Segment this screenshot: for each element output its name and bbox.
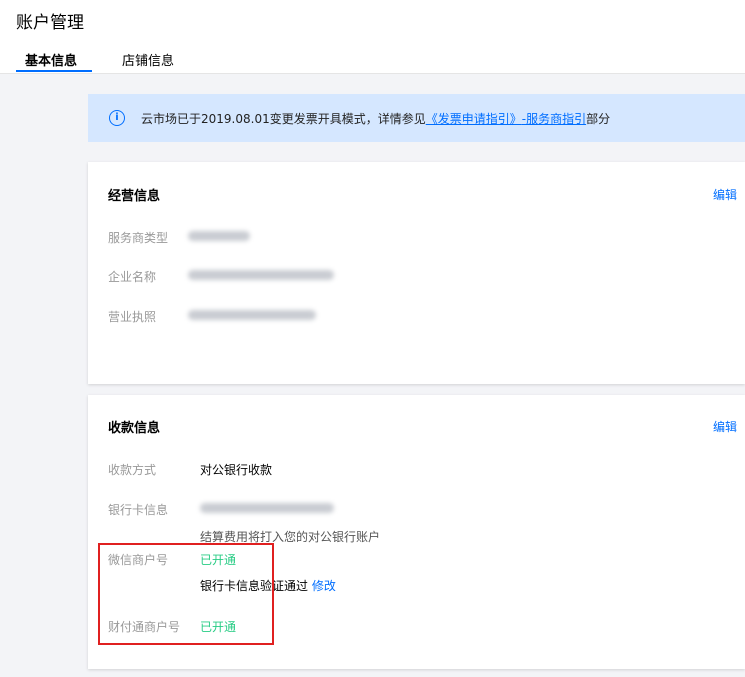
business-info-card: 经营信息 编辑 服务商类型 企业名称 营业执照 [88, 162, 745, 384]
bank-card-value-redacted [200, 503, 334, 513]
provider-type-label: 服务商类型 [108, 231, 169, 245]
notice-prefix: 云市场已于2019.08.01变更发票开具模式，详情参见 [141, 112, 426, 126]
page-header: 账户管理 基本信息 店铺信息 [0, 0, 745, 74]
notice-text: 云市场已于2019.08.01变更发票开具模式，详情参见《发票申请指引》-服务商… [141, 110, 610, 127]
tab-basic-info[interactable]: 基本信息 [25, 50, 77, 69]
business-info-edit-link[interactable]: 编辑 [713, 186, 737, 203]
company-name-label: 企业名称 [108, 270, 157, 284]
highlight-annotation-box [98, 543, 274, 645]
payment-method-value: 对公银行收款 [200, 463, 273, 477]
payment-info-card: 收款信息 编辑 收款方式 对公银行收款 银行卡信息 结算费用将打入您的对公银行账… [88, 395, 745, 669]
provider-type-value-redacted [188, 231, 250, 241]
tab-store-info[interactable]: 店铺信息 [122, 50, 174, 69]
notice-suffix: 部分 [586, 112, 611, 126]
business-license-value-redacted [188, 310, 316, 320]
bank-card-label: 银行卡信息 [108, 503, 169, 517]
payment-method-label: 收款方式 [108, 463, 157, 477]
provider-guide-link[interactable]: -服务商指引 [522, 112, 586, 126]
page-title: 账户管理 [16, 13, 84, 33]
modify-link[interactable]: 修改 [312, 579, 336, 593]
payment-info-title: 收款信息 [108, 421, 161, 436]
active-tab-indicator [16, 70, 92, 72]
company-name-value-redacted [188, 270, 334, 280]
invoice-guide-link[interactable]: 《发票申请指引》 [426, 112, 522, 126]
business-license-label: 营业执照 [108, 310, 157, 324]
payment-info-edit-link[interactable]: 编辑 [713, 418, 737, 435]
business-info-title: 经营信息 [108, 189, 161, 204]
notice-banner: i 云市场已于2019.08.01变更发票开具模式，详情参见《发票申请指引》-服… [88, 94, 745, 142]
info-icon: i [109, 110, 125, 126]
